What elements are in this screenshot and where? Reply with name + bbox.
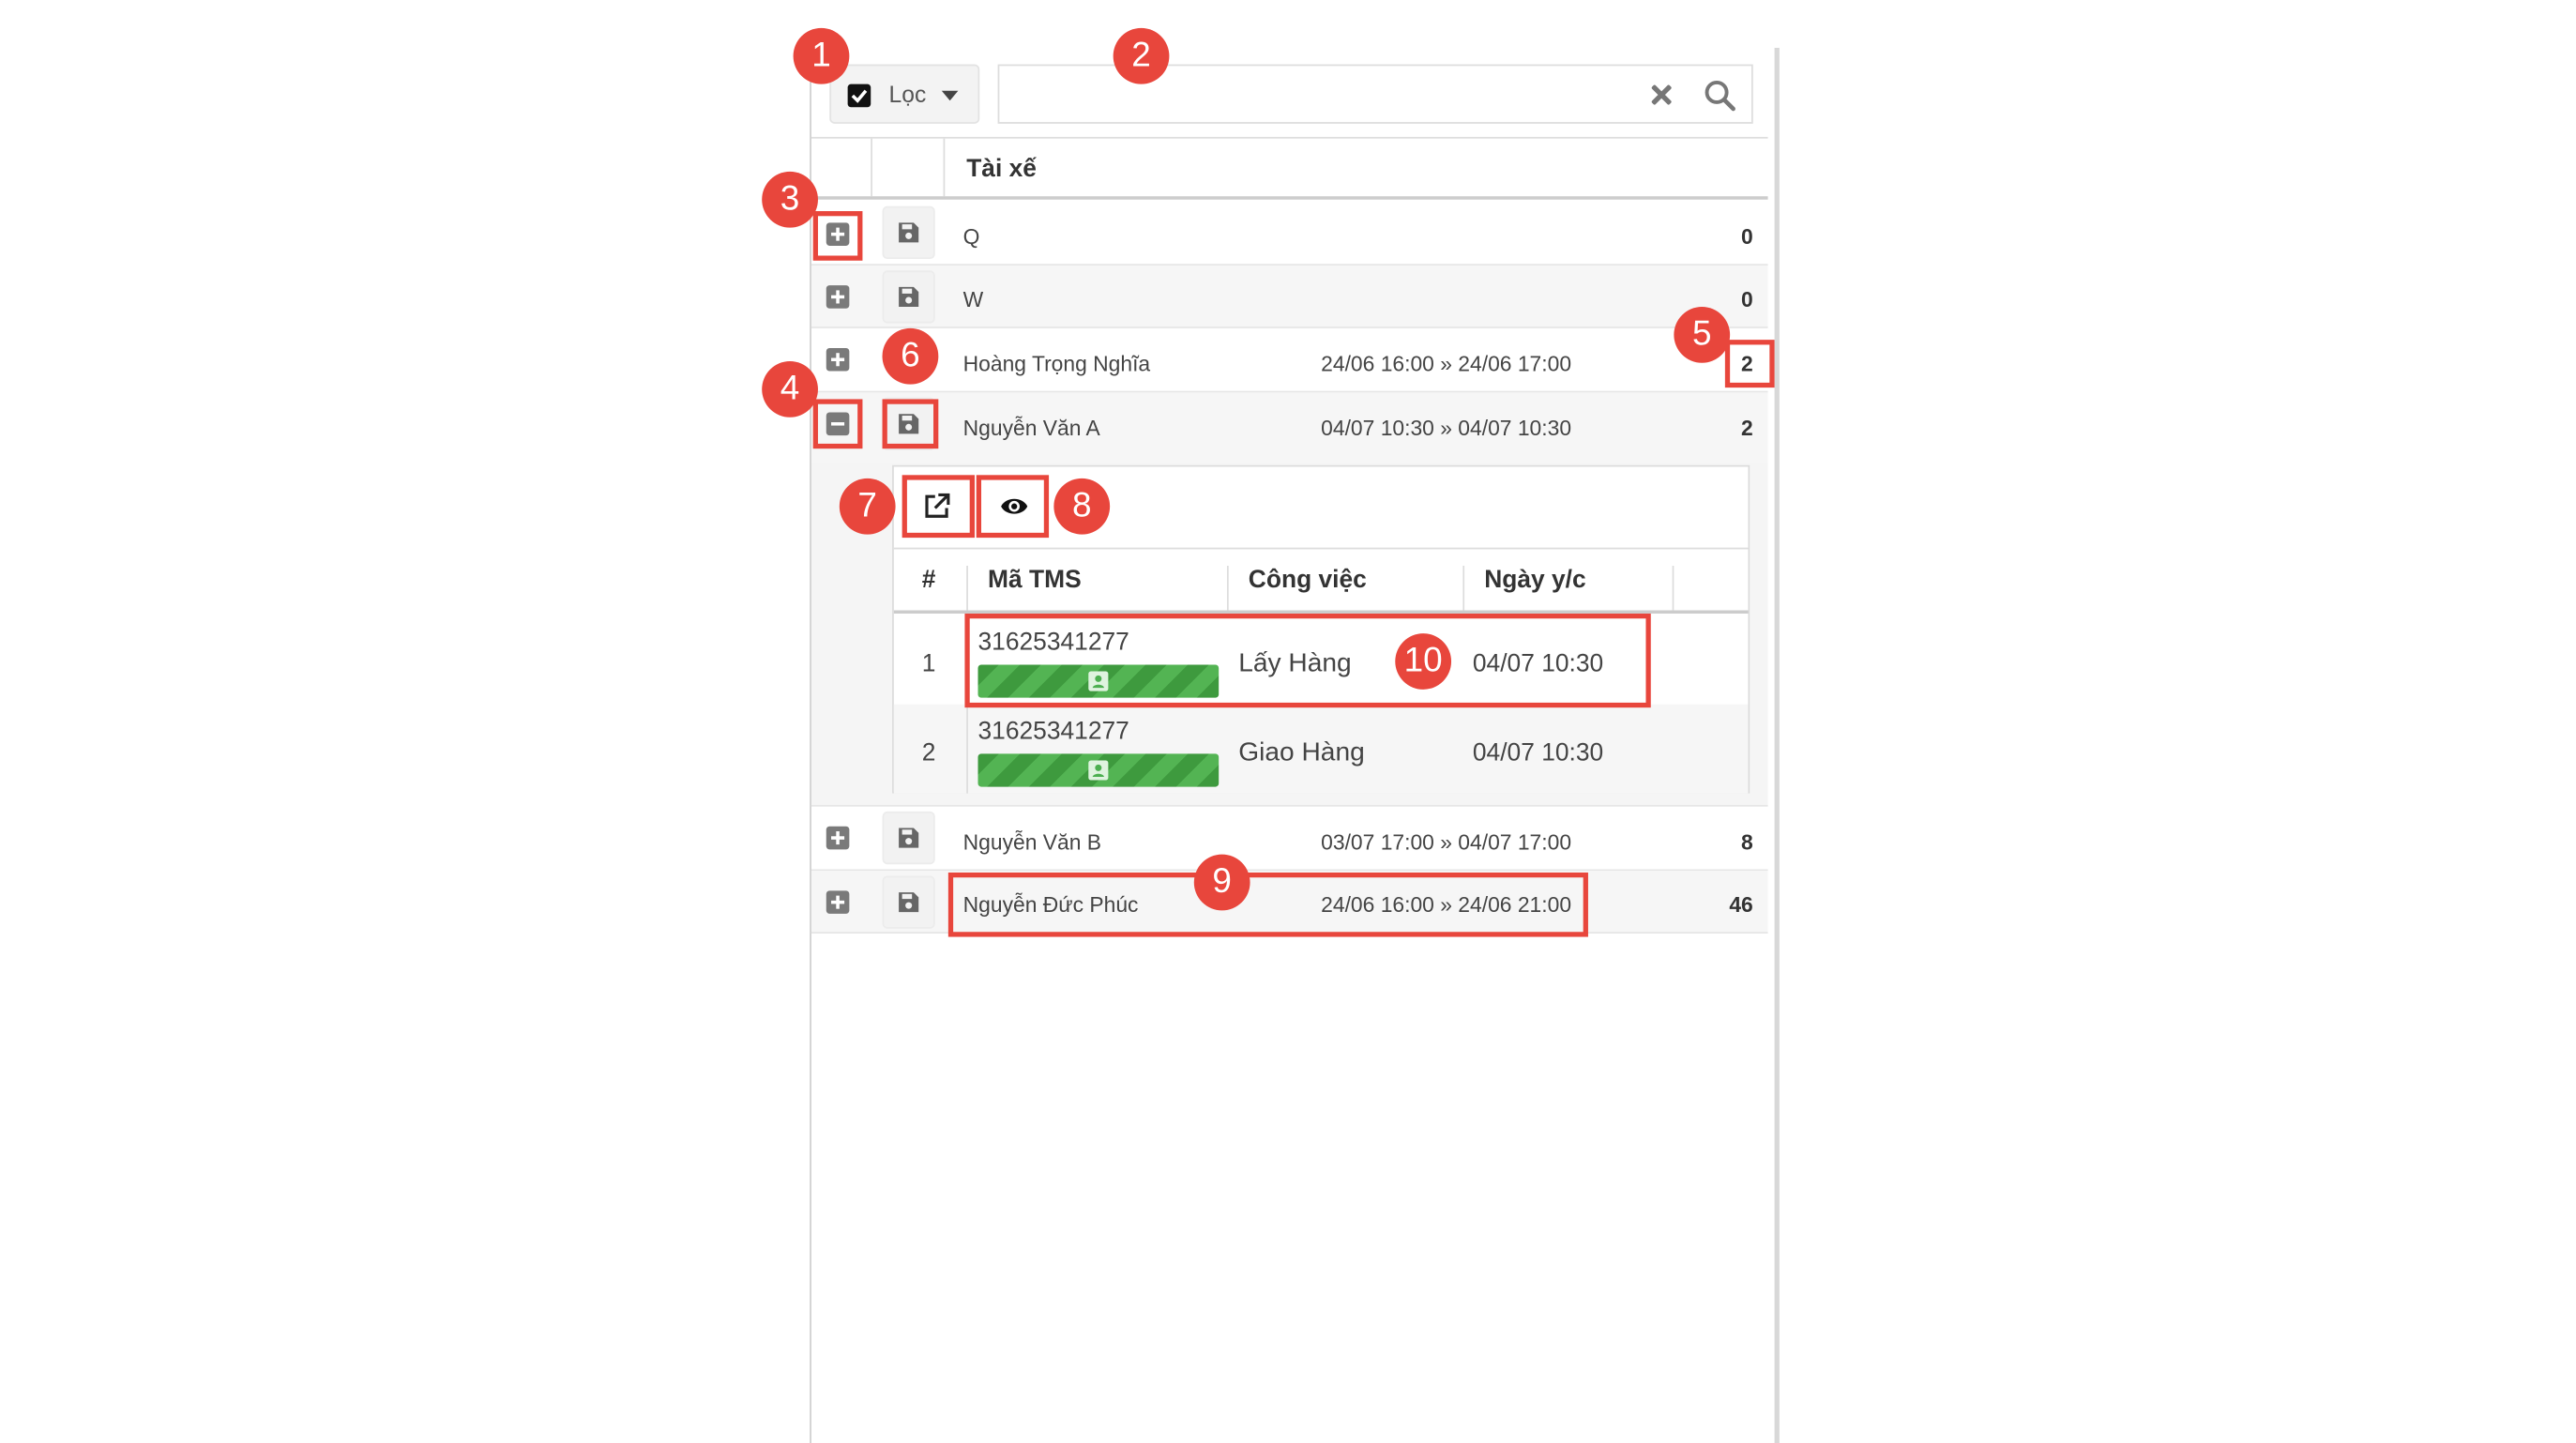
callout-badge: 4 [762, 361, 818, 418]
callout-badge: 3 [762, 171, 818, 228]
save-icon [899, 222, 919, 243]
filter-label: Lọc [888, 81, 927, 108]
clear-icon[interactable] [1647, 81, 1674, 107]
highlight-save [882, 399, 939, 449]
filter-dropdown-button[interactable]: Lọc [829, 64, 980, 124]
driver-name: Nguyễn Văn A [962, 416, 1100, 441]
save-button[interactable] [882, 811, 935, 865]
driver-name: Q [962, 224, 980, 250]
save-icon [899, 892, 919, 913]
save-button[interactable] [882, 205, 935, 260]
driver-row[interactable]: Nguyễn Văn B 03/07 17:00 » 04/07 17:00 8 [811, 807, 1768, 872]
callout-badge: 2 [1113, 27, 1170, 84]
column-header-index: # [921, 565, 936, 594]
save-icon [899, 286, 919, 307]
save-button[interactable] [882, 270, 935, 324]
column-header-tms: Mã TMS [988, 565, 1082, 594]
driver-order-count: 0 [1741, 286, 1753, 312]
order-index: 1 [921, 649, 936, 678]
order-index: 2 [921, 738, 936, 767]
column-header-date: Ngày y/c [1484, 565, 1586, 594]
highlight-count [1724, 340, 1775, 388]
column-header-driver: Tài xế [966, 155, 1037, 184]
assigned-badge [977, 753, 1220, 787]
highlight-collapse [812, 399, 863, 449]
search-input[interactable] [1008, 75, 1627, 116]
order-tms-code: 31625341277 [977, 717, 1129, 746]
column-header-job: Công việc [1248, 565, 1367, 594]
driver-order-count: 2 [1741, 416, 1753, 441]
callout-badge: 7 [839, 478, 896, 535]
driver-order-count: 8 [1741, 829, 1753, 855]
driver-order-count: 0 [1741, 224, 1753, 250]
save-button[interactable] [882, 875, 935, 929]
driver-row[interactable]: Hoàng Trọng Nghĩa 24/06 16:00 » 24/06 17… [811, 328, 1768, 393]
driver-time-range: 03/07 17:00 » 04/07 17:00 [1321, 829, 1572, 855]
callout-badge: 9 [1193, 854, 1250, 911]
expand-icon[interactable] [826, 347, 850, 372]
driver-row-expanded[interactable]: Nguyễn Văn A 04/07 10:30 » 04/07 10:30 2 [811, 392, 1768, 463]
driver-name: Hoàng Trọng Nghĩa [962, 351, 1151, 376]
search-icon[interactable] [1704, 79, 1736, 112]
highlight-external [902, 475, 975, 539]
order-date: 04/07 10:30 [1472, 738, 1604, 767]
table-header: Tài xế [811, 136, 1768, 200]
expand-icon[interactable] [826, 890, 850, 914]
highlight-order-row [964, 613, 1651, 708]
save-icon [899, 828, 919, 848]
filter-checkbox[interactable] [847, 84, 871, 108]
order-table-header: # Mã TMS Công việc Ngày y/c [893, 547, 1749, 614]
order-job: Giao Hàng [1238, 738, 1365, 767]
search-box [997, 64, 1753, 124]
highlight-driver-info [947, 872, 1588, 937]
caret-down-icon [941, 90, 959, 101]
driver-time-range: 24/06 16:00 » 24/06 17:00 [1321, 351, 1572, 376]
driver-order-count: 46 [1729, 892, 1753, 918]
callout-badge: 10 [1395, 633, 1452, 690]
order-row[interactable]: 2 31625341277 Giao Hàng 04/07 10:30 [893, 704, 1749, 794]
expand-icon[interactable] [826, 826, 850, 850]
driver-row[interactable]: Q 0 [811, 201, 1768, 266]
highlight-expand [812, 211, 863, 261]
driver-name: W [962, 286, 984, 312]
callout-badge: 5 [1674, 306, 1731, 363]
callout-badge: 1 [793, 27, 850, 84]
expand-icon[interactable] [826, 285, 850, 309]
id-badge-icon [1088, 760, 1109, 781]
callout-badge: 8 [1053, 478, 1111, 535]
driver-time-range: 04/07 10:30 » 04/07 10:30 [1321, 416, 1572, 441]
highlight-view [976, 475, 1050, 539]
driver-name: Nguyễn Văn B [962, 829, 1102, 855]
callout-badge: 6 [882, 327, 939, 385]
driver-row[interactable]: W 0 [811, 266, 1768, 328]
